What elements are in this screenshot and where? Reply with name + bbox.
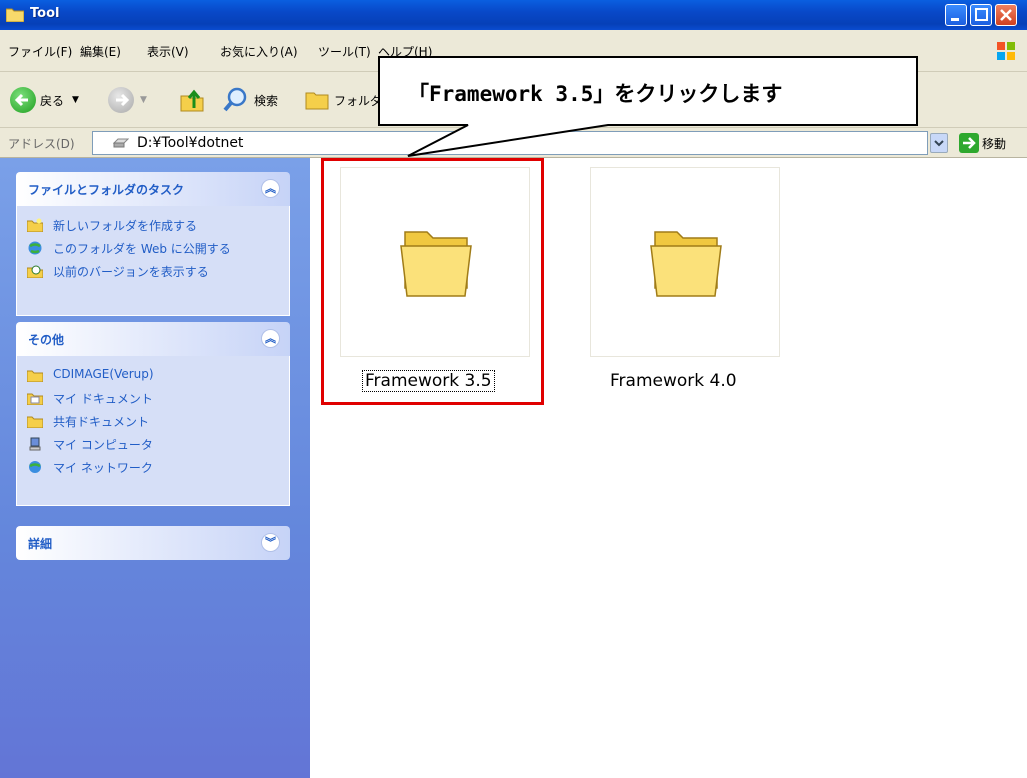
menu-tools[interactable]: ツール(T)	[318, 43, 371, 60]
address-label: アドレス(D)	[8, 137, 75, 151]
folder-thumbnail[interactable]	[590, 167, 780, 357]
folder-icon	[27, 416, 43, 428]
drive-icon	[113, 138, 129, 148]
task-publish-web[interactable]: このフォルダを Web に公開する	[17, 237, 289, 260]
my-computer-icon	[29, 437, 41, 451]
folder-icon	[27, 370, 43, 382]
up-folder-icon	[180, 89, 204, 112]
search-button[interactable]: 検索	[222, 86, 278, 114]
maximize-button[interactable]	[970, 4, 992, 26]
expand-icon[interactable]: ︾	[261, 533, 280, 552]
details-panel: 詳細 ︾	[16, 526, 290, 560]
folders-label: フォルダ	[334, 93, 383, 108]
folder-name[interactable]: Framework 4.0	[610, 371, 737, 391]
menu-view[interactable]: 表示(V)	[147, 43, 189, 60]
folders-button[interactable]: フォルダ	[304, 86, 382, 114]
place-cdimage[interactable]: CDIMAGE(Verup)	[17, 364, 289, 387]
forward-button[interactable]: ▼	[108, 86, 147, 114]
panel-header[interactable]: その他 ︽	[16, 322, 290, 356]
place-shared-documents[interactable]: 共有ドキュメント	[17, 410, 289, 433]
task-previous-versions[interactable]: 以前のバージョンを表示する	[17, 260, 289, 283]
file-folder-tasks-panel: ファイルとフォルダのタスク ︽ 新しいフォルダを作成する このフォルダを Web…	[16, 172, 290, 316]
address-path: D:¥Tool¥dotnet	[137, 135, 244, 151]
go-arrow-icon[interactable]	[959, 133, 979, 153]
panel-body: 新しいフォルダを作成する このフォルダを Web に公開する 以前のバージョンを…	[16, 206, 290, 316]
place-my-computer[interactable]: マイ コンピュータ	[17, 433, 289, 456]
callout-text: 「Framework 3.5」をクリックします	[408, 82, 783, 106]
task-label: 以前のバージョンを表示する	[53, 265, 209, 279]
title-bar: Tool	[0, 0, 1027, 30]
panel-title: その他	[28, 333, 65, 347]
back-label: 戻る	[40, 93, 65, 108]
folder-icon	[400, 231, 472, 297]
new-folder-icon	[27, 218, 43, 232]
panel-title: ファイルとフォルダのタスク	[28, 183, 185, 197]
window-title: Tool	[30, 6, 60, 21]
place-my-network[interactable]: マイ ネットワーク	[17, 456, 289, 479]
collapse-icon[interactable]: ︽	[261, 329, 280, 348]
menu-file[interactable]: ファイル(F)	[8, 43, 72, 60]
panel-body: CDIMAGE(Verup) マイ ドキュメント 共有ドキュメント マイ コンピ…	[16, 356, 290, 506]
back-arrow-icon	[10, 87, 36, 113]
menu-edit[interactable]: 編集(E)	[80, 43, 121, 60]
task-label: このフォルダを Web に公開する	[53, 242, 231, 256]
other-places-panel: その他 ︽ CDIMAGE(Verup) マイ ドキュメント 共有ドキュメント …	[16, 322, 290, 506]
globe-icon	[28, 241, 42, 255]
search-icon	[223, 87, 247, 112]
panel-header[interactable]: 詳細 ︾	[16, 526, 290, 560]
place-my-documents[interactable]: マイ ドキュメント	[17, 387, 289, 410]
chevron-down-icon[interactable]: ▼	[72, 95, 79, 105]
place-label: マイ ドキュメント	[53, 392, 153, 406]
folders-icon	[305, 92, 329, 110]
panel-header[interactable]: ファイルとフォルダのタスク ︽	[16, 172, 290, 206]
file-list: Framework 3.5 Framework 4.0	[310, 158, 1027, 778]
chevron-down-icon[interactable]: ▼	[140, 95, 147, 105]
folder-icon	[650, 231, 722, 297]
folder-icon	[6, 8, 24, 22]
collapse-icon[interactable]: ︽	[261, 179, 280, 198]
minimize-button[interactable]	[945, 4, 967, 26]
place-label: マイ ネットワーク	[53, 461, 153, 475]
close-button[interactable]	[995, 4, 1017, 26]
address-dropdown-button[interactable]	[930, 133, 948, 153]
back-button[interactable]: 戻る ▼	[10, 86, 79, 114]
panel-title: 詳細	[28, 537, 53, 551]
network-icon	[29, 461, 41, 473]
windows-logo-icon	[997, 42, 1015, 60]
place-label: CDIMAGE(Verup)	[53, 367, 154, 381]
previous-versions-icon	[27, 265, 43, 278]
folder-name[interactable]: Framework 3.5	[362, 370, 495, 392]
search-label: 検索	[254, 93, 279, 108]
task-pane: ファイルとフォルダのタスク ︽ 新しいフォルダを作成する このフォルダを Web…	[0, 158, 310, 778]
folder-thumbnail[interactable]	[340, 167, 530, 357]
my-documents-icon	[27, 393, 43, 405]
place-label: マイ コンピュータ	[53, 438, 153, 452]
task-new-folder[interactable]: 新しいフォルダを作成する	[17, 214, 289, 237]
forward-arrow-icon	[108, 87, 134, 113]
up-folder-button[interactable]	[178, 86, 206, 114]
task-label: 新しいフォルダを作成する	[53, 219, 198, 233]
go-label[interactable]: 移動	[982, 135, 1006, 152]
menu-favorites[interactable]: お気に入り(A)	[220, 43, 298, 60]
place-label: 共有ドキュメント	[53, 415, 150, 429]
